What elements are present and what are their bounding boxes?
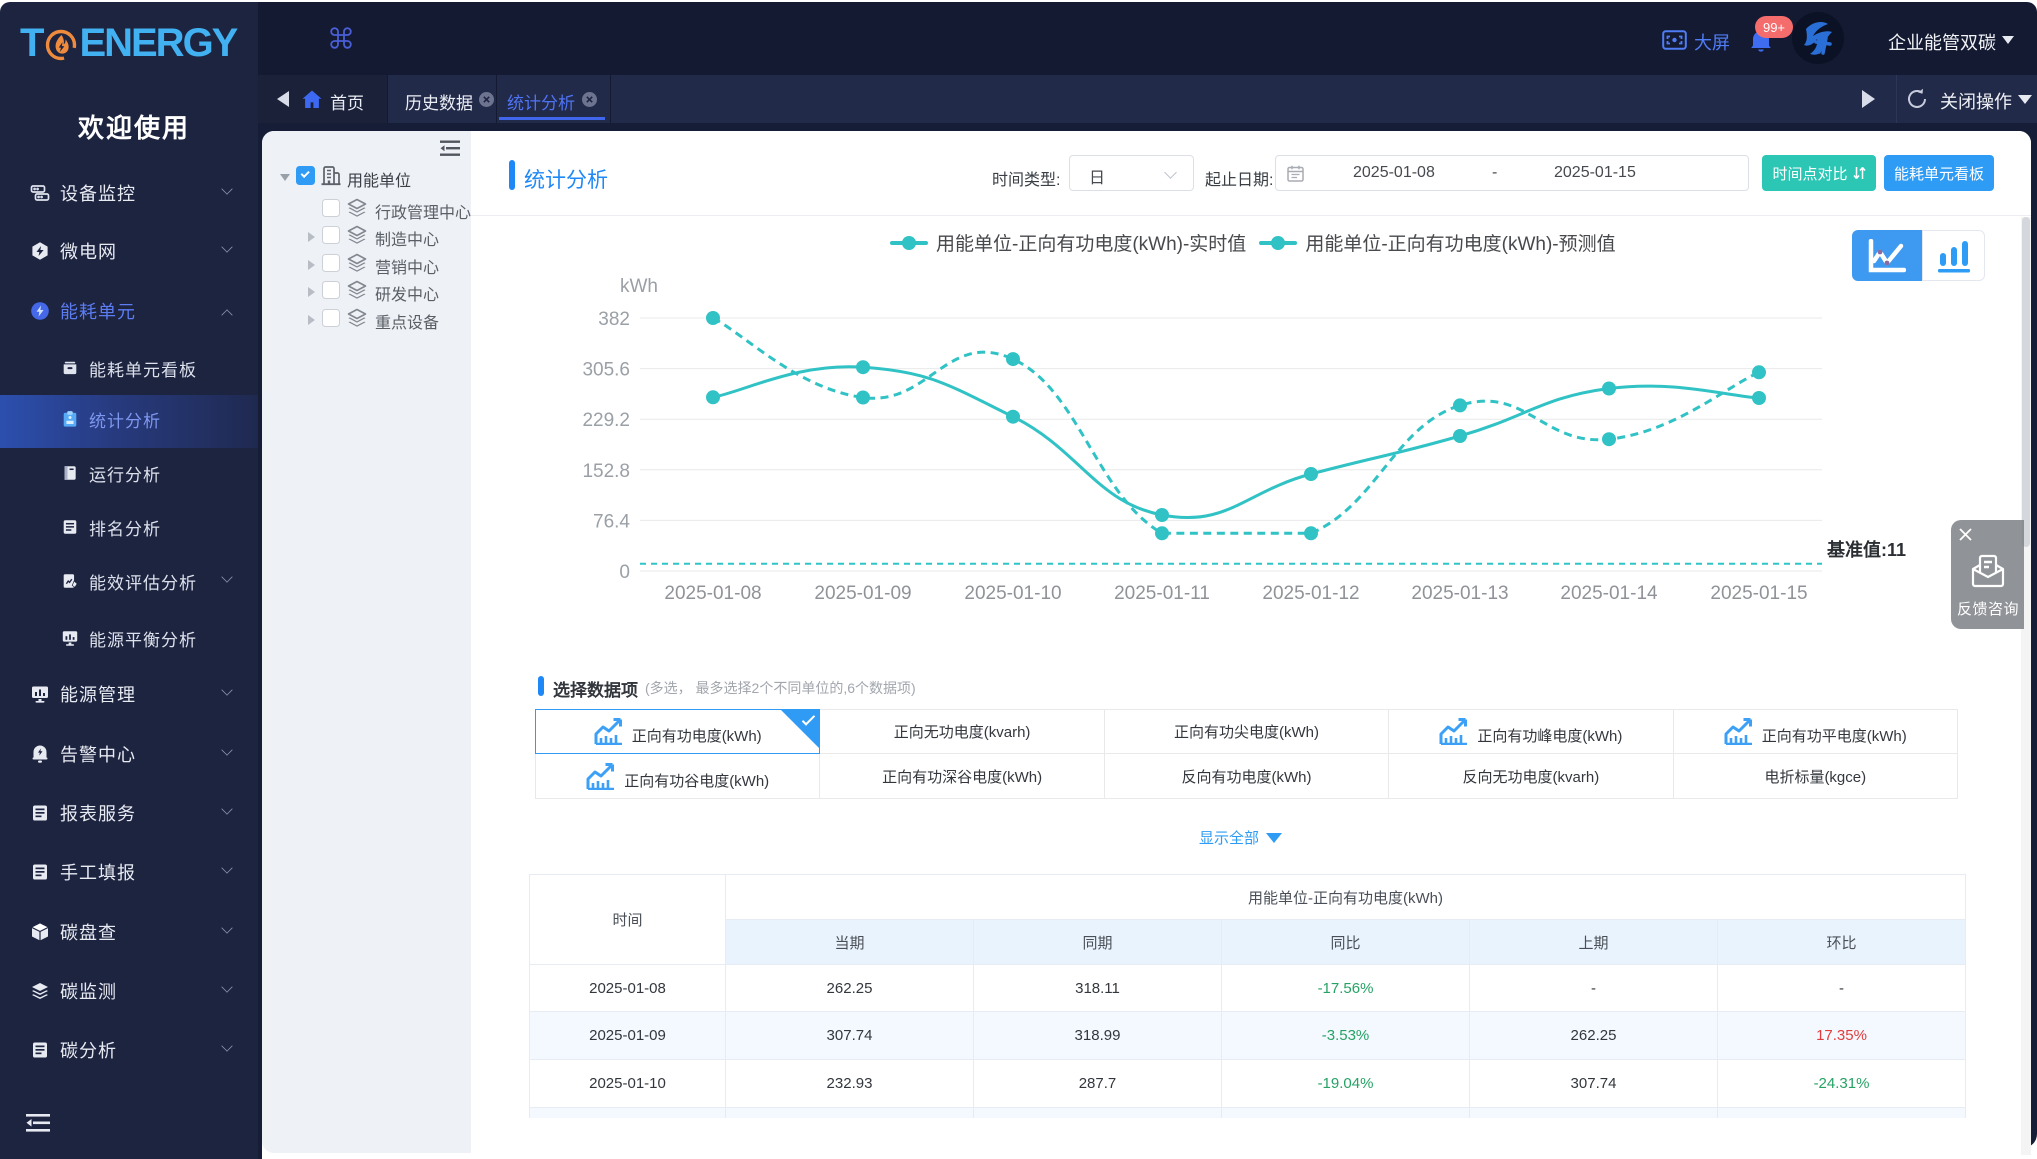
svg-text:2025-01-11: 2025-01-11	[1114, 583, 1210, 604]
svg-text:76.4: 76.4	[593, 511, 630, 532]
svg-text:2025-01-09: 2025-01-09	[814, 583, 911, 604]
svg-text:kWh: kWh	[620, 276, 658, 297]
svg-text:2025-01-14: 2025-01-14	[1560, 583, 1658, 604]
svg-text:2025-01-08: 2025-01-08	[664, 583, 761, 604]
svg-text:382: 382	[598, 309, 630, 330]
svg-text:2025-01-13: 2025-01-13	[1411, 583, 1508, 604]
svg-text:305.6: 305.6	[582, 360, 630, 381]
svg-text:0: 0	[619, 562, 630, 583]
svg-text:2025-01-15: 2025-01-15	[1710, 583, 1807, 604]
svg-text:152.8: 152.8	[582, 461, 630, 482]
svg-text:基准值:11: 基准值:11	[1826, 539, 1906, 560]
svg-text:2025-01-10: 2025-01-10	[964, 583, 1061, 604]
svg-text:2025-01-12: 2025-01-12	[1262, 583, 1359, 604]
svg-text:229.2: 229.2	[582, 410, 630, 431]
